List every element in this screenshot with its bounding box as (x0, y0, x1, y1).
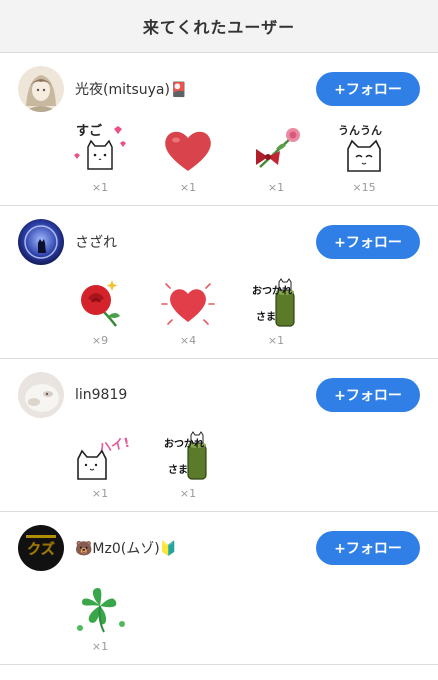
stamp-count: ×1 (91, 487, 109, 500)
user-card: lin9819 +フォロー ハイ! ×1 おつかれ さま ×1 (0, 359, 438, 512)
stamp-count: ×4 (179, 334, 197, 347)
user-card: 光夜(mitsuya)🎴 +フォロー すご ×1 ×1 ×1 うんうん ×15 (0, 53, 438, 206)
stamp-count: ×1 (179, 181, 197, 194)
stamp-item: おつかれ さま ×1 (232, 274, 320, 347)
user-row: lin9819 +フォロー (18, 371, 420, 419)
stamp-count: ×1 (91, 181, 109, 194)
page-header: 来てくれたユーザー (0, 0, 438, 53)
sticker-text: うんうん (338, 124, 382, 137)
red-heart-sticker-icon (165, 131, 211, 171)
user-card: クズ 🐻Mz0(ムゾ)🔰 +フォロー ×1 (0, 512, 438, 665)
sticker-text: すご (76, 123, 103, 139)
follow-button[interactable]: +フォロー (316, 378, 420, 412)
stamp-item: うんうん ×15 (320, 121, 408, 194)
page-title: 来てくれたユーザー (142, 18, 296, 37)
stamp-item: すご ×1 (56, 121, 144, 194)
stamp-count: ×15 (352, 181, 376, 194)
sticker-text: おつかれ (252, 285, 292, 297)
user-row: 光夜(mitsuya)🎴 +フォロー (18, 65, 420, 113)
user-name[interactable]: 🐻Mz0(ムゾ)🔰 (75, 538, 316, 558)
stamp-item: ×1 (232, 121, 320, 194)
stamp-list: ×1 (56, 580, 144, 653)
hai-cat-sticker-icon: ハイ! (77, 436, 130, 480)
avatar[interactable] (18, 66, 64, 112)
follow-button[interactable]: +フォロー (316, 225, 420, 259)
user-row: クズ 🐻Mz0(ムゾ)🔰 +フォロー (18, 524, 420, 572)
follow-button[interactable]: +フォロー (316, 531, 420, 565)
avatar[interactable]: クズ (18, 525, 64, 571)
red-rose-sticker-icon (81, 280, 120, 327)
avatar[interactable] (18, 372, 64, 418)
user-name[interactable]: 光夜(mitsuya)🎴 (75, 79, 316, 99)
stamp-count: ×9 (91, 334, 109, 347)
sparkle-heart-sticker-icon (161, 283, 215, 325)
sticker-text: さま (168, 464, 188, 476)
sticker-text: おつかれ (164, 438, 204, 450)
follow-button[interactable]: +フォロー (316, 72, 420, 106)
rose-ribbon-sticker-icon (256, 128, 300, 168)
user-name[interactable]: lin9819 (75, 387, 316, 403)
stamp-item: ×1 (144, 121, 232, 194)
stamp-count: ×1 (267, 181, 285, 194)
stamp-count: ×1 (179, 487, 197, 500)
stamp-item: おつかれ さま ×1 (144, 427, 232, 500)
stamp-item: ×1 (56, 580, 144, 653)
user-name[interactable]: さざれ (75, 232, 316, 252)
sticker-text: さま (256, 311, 276, 323)
stamp-list: ハイ! ×1 おつかれ さま ×1 (56, 427, 232, 500)
stamp-item: ×4 (144, 274, 232, 347)
stamp-list: すご ×1 ×1 ×1 うんうん ×15 (56, 121, 408, 194)
stamp-list: ×9 ×4 おつかれ さま ×1 (56, 274, 320, 347)
sugoi-cat-sticker-icon: すご (74, 123, 126, 170)
stamp-count: ×1 (267, 334, 285, 347)
avatar[interactable] (18, 219, 64, 265)
four-leaf-clover-sticker-icon (77, 588, 125, 633)
user-row: さざれ +フォロー (18, 218, 420, 266)
otsukaresama-cat-sticker-icon: おつかれ さま (164, 431, 207, 480)
avatar-text: クズ (27, 541, 55, 558)
otsukaresama-cat-sticker-icon: おつかれ さま (252, 278, 295, 327)
stamp-item: ×9 (56, 274, 144, 347)
user-card: さざれ +フォロー ×9 ×4 おつかれ さま ×1 (0, 206, 438, 359)
unun-cat-sticker-icon: うんうん (338, 124, 382, 172)
stamp-count: ×1 (91, 640, 109, 653)
stamp-item: ハイ! ×1 (56, 427, 144, 500)
